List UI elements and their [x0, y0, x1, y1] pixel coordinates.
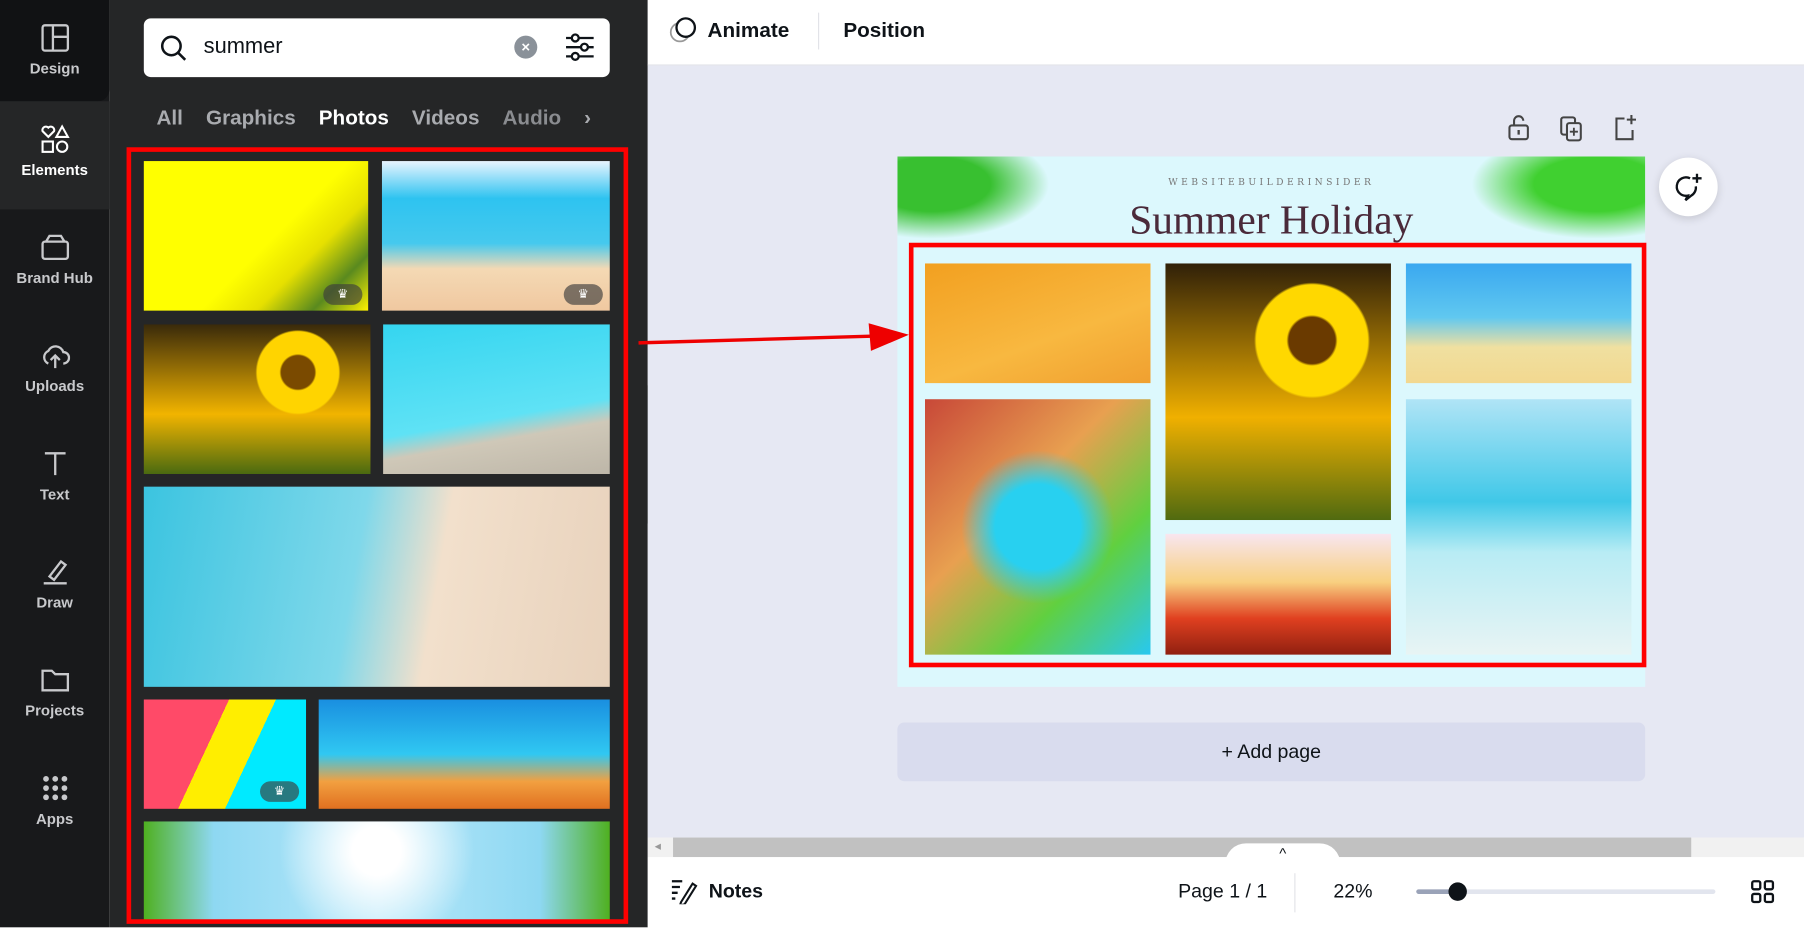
sidebar-item-label: Design	[29, 59, 80, 78]
duplicate-page-icon[interactable]	[1558, 115, 1586, 143]
zoom-slider-handle[interactable]	[1448, 882, 1468, 901]
text-icon	[44, 452, 66, 476]
zoom-level[interactable]: 22%	[1333, 880, 1372, 903]
tab-audio[interactable]: Audio	[502, 106, 561, 130]
tab-videos[interactable]: Videos	[412, 106, 480, 130]
notes-icon	[671, 880, 698, 905]
lock-icon[interactable]	[1505, 114, 1533, 142]
tab-all[interactable]: All	[156, 106, 182, 130]
layout-icon	[40, 24, 69, 52]
tabs-next-chevron-icon[interactable]: ›	[584, 106, 591, 130]
sidebar-item-label: Brand Hub	[16, 269, 93, 287]
top-toolbar: Animate Position	[647, 0, 1804, 66]
filter-icon[interactable]	[565, 32, 595, 62]
brand-icon	[40, 234, 69, 261]
sidebar-item-label: Text	[39, 485, 70, 503]
scrollbar-thumb[interactable]	[673, 837, 1692, 858]
sidebar-item-label: Uploads	[25, 377, 85, 395]
pen-icon	[43, 559, 67, 585]
divider	[1294, 873, 1296, 913]
zoom-slider[interactable]	[1416, 882, 1716, 901]
shapes-icon	[40, 124, 70, 153]
add-comment-button[interactable]	[1659, 157, 1718, 217]
bottom-bar: Notes Page 1 / 1 22%	[647, 857, 1804, 928]
sidebar-item-label: Elements	[21, 161, 88, 179]
sidebar-item-brand-hub[interactable]: Brand Hub	[0, 209, 109, 317]
tab-graphics[interactable]: Graphics	[206, 106, 296, 130]
tab-photos[interactable]: Photos	[319, 106, 389, 130]
divider	[818, 12, 820, 50]
left-rail: Design Elements Brand Hub Uploads Text D…	[0, 0, 110, 928]
add-page-icon[interactable]	[1611, 114, 1639, 142]
search-input[interactable]	[203, 29, 503, 65]
grid-icon	[42, 776, 67, 801]
notes-button[interactable]: Notes	[709, 880, 763, 903]
cloud-upload-icon	[42, 345, 70, 369]
design-title: Summer Holiday	[1129, 196, 1414, 243]
sidebar-item-label: Draw	[36, 593, 73, 611]
page-indicator[interactable]: Page 1 / 1	[1178, 880, 1267, 903]
horizontal-scrollbar[interactable]: ◂	[647, 837, 1804, 858]
folder-icon	[40, 669, 69, 692]
animate-icon	[669, 17, 697, 43]
sidebar-item-label: Projects	[25, 701, 85, 720]
sidebar-item-design[interactable]: Design	[0, 0, 110, 102]
sidebar-item-apps[interactable]: Apps	[0, 750, 109, 858]
add-page-button[interactable]: + Add page	[897, 722, 1646, 782]
position-button[interactable]: Position	[843, 18, 925, 42]
highlight-box-collage	[908, 242, 1647, 668]
clear-search-icon[interactable]: ×	[514, 35, 538, 59]
sidebar-item-label: Apps	[35, 809, 74, 828]
search-icon	[160, 35, 187, 61]
highlight-box-gallery	[126, 147, 629, 924]
sidebar-item-projects[interactable]: Projects	[0, 642, 109, 750]
sidebar-item-uploads[interactable]: Uploads	[0, 318, 109, 426]
sidebar-item-elements[interactable]: Elements	[0, 101, 110, 210]
search-box: ×	[143, 18, 610, 78]
sidebar-item-draw[interactable]: Draw	[0, 534, 109, 642]
arrow-annotation	[638, 323, 909, 351]
scroll-left-icon[interactable]: ◂	[655, 839, 661, 854]
animate-button[interactable]: Animate	[708, 18, 790, 42]
sidebar-item-text[interactable]: Text	[0, 426, 109, 534]
comment-plus-icon	[1675, 173, 1702, 202]
search-tabs: All Graphics Photos Videos Audio ›	[156, 106, 591, 130]
brand-text: WEBSITEBUILDERINSIDER	[1168, 177, 1375, 188]
grid-view-icon[interactable]	[1750, 879, 1775, 904]
